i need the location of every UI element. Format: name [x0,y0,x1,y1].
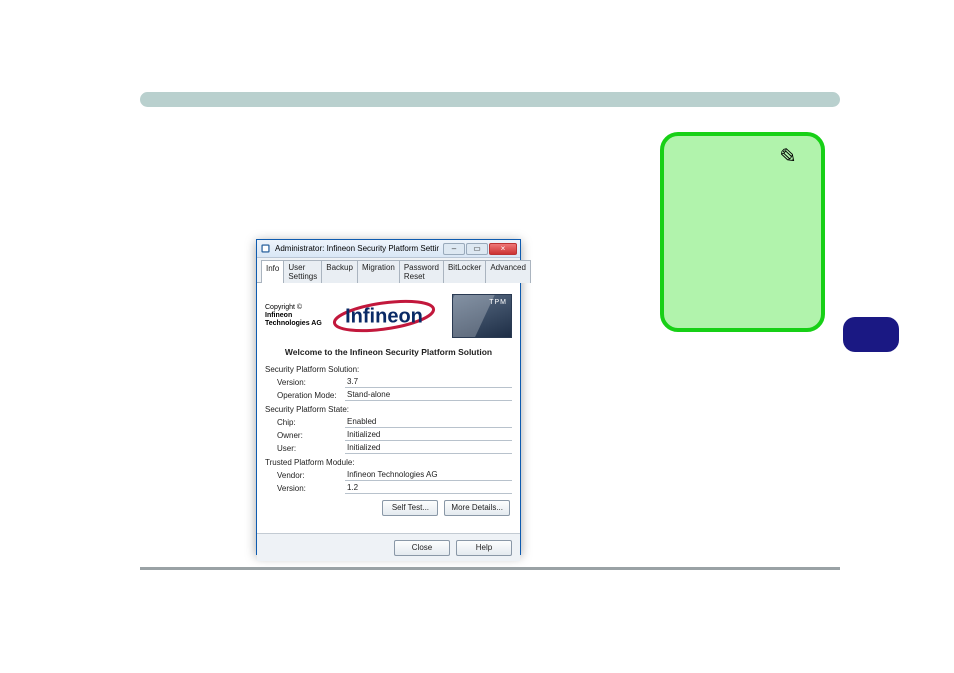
header-rounded-bar [140,92,840,107]
dialog-footer: Close Help [257,533,520,561]
section-state-label: Security Platform State: [265,405,512,414]
tpm-version-value: 1.2 [345,482,512,494]
window-close-button[interactable]: × [489,243,517,255]
tab-advanced[interactable]: Advanced [485,260,531,283]
window-maximize-button[interactable]: ▭ [466,243,488,255]
pen-icon: ✎ [774,143,797,172]
state-user-label: User: [265,444,345,453]
tpm-version-label: Version: [265,484,345,493]
tpm-vendor-value: Infineon Technologies AG [345,469,512,481]
window-minimize-button[interactable]: – [443,243,465,255]
copyright-block: Copyright © Infineon Technologies AG [265,304,323,327]
tpm-chip-label: TPM [489,299,507,306]
state-chip-value: Enabled [345,416,512,428]
sticky-note: ✎ [660,132,825,332]
welcome-heading: Welcome to the Infineon Security Platfor… [265,347,512,357]
security-platform-dialog: Administrator: Infineon Security Platfor… [256,239,521,555]
solution-opmode-label: Operation Mode: [265,391,345,400]
tab-info[interactable]: Info [261,260,284,283]
state-user-value: Initialized [345,442,512,454]
infineon-logo: Infineon [329,291,446,341]
tab-user-settings[interactable]: User Settings [283,260,322,283]
tpm-chip-image: TPM [452,294,512,338]
state-owner-label: Owner: [265,431,345,440]
tab-bitlocker[interactable]: BitLocker [443,260,486,283]
titlebar[interactable]: Administrator: Infineon Security Platfor… [257,240,520,258]
self-test-button[interactable]: Self Test... [382,500,438,516]
tpm-vendor-label: Vendor: [265,471,345,480]
copyright-line1: Copyright © [265,304,302,311]
tab-backup[interactable]: Backup [321,260,358,283]
window-title: Administrator: Infineon Security Platfor… [275,244,439,253]
close-button[interactable]: Close [394,540,450,556]
section-solution-label: Security Platform Solution: [265,365,512,374]
tab-bar: Info User Settings Backup Migration Pass… [257,258,520,283]
tab-body-info: Copyright © Infineon Technologies AG Inf… [257,282,520,533]
help-button[interactable]: Help [456,540,512,556]
side-pill [843,317,899,352]
tab-migration[interactable]: Migration [357,260,400,283]
state-owner-value: Initialized [345,429,512,441]
solution-opmode-value: Stand-alone [345,389,512,401]
state-chip-label: Chip: [265,418,345,427]
more-details-button[interactable]: More Details... [444,500,510,516]
app-icon [260,243,271,254]
footer-divider [140,567,840,570]
section-tpm-label: Trusted Platform Module: [265,458,512,467]
solution-version-label: Version: [265,378,345,387]
solution-version-value: 3.7 [345,376,512,388]
copyright-line2: Infineon Technologies AG [265,312,322,327]
infineon-logo-text: Infineon [345,306,423,328]
tab-password-reset[interactable]: Password Reset [399,260,444,283]
